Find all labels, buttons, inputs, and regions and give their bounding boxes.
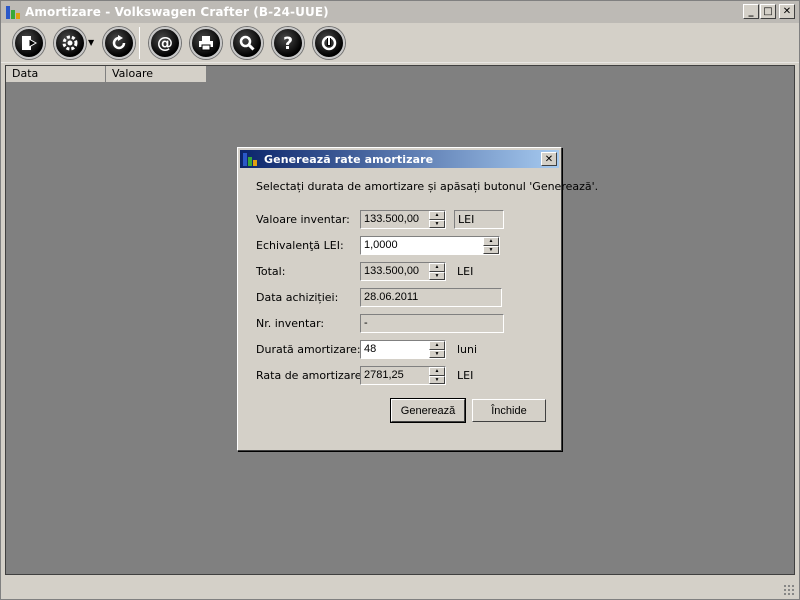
exit-icon[interactable] — [13, 26, 45, 59]
toolbar-separator — [139, 26, 141, 59]
spin-down-icon[interactable]: ▼ — [483, 245, 499, 254]
rata-input[interactable]: 2781,25 ▲ ▼ — [360, 366, 446, 385]
app-chart-icon — [5, 4, 21, 20]
durata-input[interactable]: 48 ▲ ▼ — [360, 340, 446, 359]
nr-inventar-field[interactable]: - — [360, 314, 504, 333]
spin-down-icon[interactable]: ▼ — [429, 219, 445, 228]
toolbar: ▼ @ ? — [1, 23, 799, 63]
at-icon[interactable]: @ — [149, 26, 182, 59]
total-input[interactable]: 133.500,00 ▲ ▼ — [360, 262, 446, 281]
rata-unit: LEI — [457, 369, 474, 382]
search-icon[interactable] — [231, 26, 264, 59]
echivalenta-spinner[interactable]: ▲ ▼ — [483, 237, 499, 254]
currency-box[interactable]: LEI — [454, 210, 504, 229]
label-rata: Rata de amortizare: — [256, 369, 366, 382]
row-valoare-inventar: Valoare inventar: 133.500,00 ▲ ▼ LEI — [256, 210, 556, 230]
label-total: Total: — [256, 265, 286, 278]
row-echivalenta: Echivalenţă LEI: 1,0000 ▲ ▼ — [256, 236, 556, 256]
row-rata: Rata de amortizare: 2781,25 ▲ ▼ LEI — [256, 366, 556, 386]
spin-up-icon[interactable]: ▲ — [483, 237, 499, 246]
gear-icon[interactable] — [54, 26, 86, 59]
total-unit: LEI — [457, 265, 474, 278]
dialog-title: Generează rate amortizare — [264, 152, 434, 166]
row-durata: Durată amortizare: 48 ▲ ▼ luni — [256, 340, 556, 360]
spin-down-icon[interactable]: ▼ — [429, 375, 445, 384]
maximize-button[interactable]: □ — [760, 4, 776, 19]
svg-text:?: ? — [283, 34, 293, 53]
settings-dropdown-caret-icon[interactable]: ▼ — [88, 38, 94, 47]
valoare-inventar-value: 133.500,00 — [364, 213, 420, 225]
label-valoare-inventar: Valoare inventar: — [256, 213, 350, 226]
valoare-inventar-spinner[interactable]: ▲ ▼ — [429, 211, 445, 228]
column-header-valoare[interactable]: Valoare — [106, 66, 206, 82]
durata-spinner[interactable]: ▲ ▼ — [429, 341, 445, 358]
spin-up-icon[interactable]: ▲ — [429, 211, 445, 220]
durata-value: 48 — [364, 343, 377, 355]
dialog-close-button[interactable]: ✕ — [541, 152, 557, 166]
rata-value: 2781,25 — [364, 369, 404, 381]
minimize-button[interactable]: _ — [743, 4, 759, 19]
total-value: 133.500,00 — [364, 265, 420, 277]
row-nr-inventar: Nr. inventar: - — [256, 314, 556, 334]
durata-unit: luni — [457, 343, 478, 356]
close-window-button[interactable]: ✕ — [779, 4, 795, 19]
rata-spinner[interactable]: ▲ ▼ — [429, 367, 445, 384]
dialog-chart-icon — [242, 151, 258, 167]
refresh-icon[interactable] — [103, 26, 136, 59]
spin-up-icon[interactable]: ▲ — [429, 263, 445, 272]
echivalenta-input[interactable]: 1,0000 ▲ ▼ — [360, 236, 500, 255]
data-achizitiei-field[interactable]: 28.06.2011 — [360, 288, 502, 307]
title-bar[interactable]: Amortizare - Volkswagen Crafter (B-24-UU… — [1, 1, 799, 23]
label-durata: Durată amortizare: — [256, 343, 361, 356]
row-total: Total: 133.500,00 ▲ ▼ LEI — [256, 262, 556, 282]
spin-down-icon[interactable]: ▼ — [429, 271, 445, 280]
dialog-title-bar[interactable]: Generează rate amortizare ✕ — [240, 150, 559, 168]
echivalenta-value: 1,0000 — [364, 239, 398, 251]
help-icon[interactable]: ? — [272, 26, 305, 59]
dialog-instruction: Selectați durata de amortizare și apăsaț… — [256, 180, 599, 193]
close-dialog-button[interactable]: Închide — [472, 399, 546, 422]
svg-text:@: @ — [157, 33, 173, 52]
label-echivalenta: Echivalenţă LEI: — [256, 239, 344, 252]
grid-header: Data Valoare — [6, 66, 206, 82]
spin-down-icon[interactable]: ▼ — [429, 349, 445, 358]
row-data-achizitiei: Data achiziției: 28.06.2011 — [256, 288, 556, 308]
status-bar — [1, 577, 799, 599]
column-header-data[interactable]: Data — [6, 66, 106, 82]
spin-up-icon[interactable]: ▲ — [429, 367, 445, 376]
generate-button[interactable]: Generează — [390, 398, 466, 423]
valoare-inventar-input[interactable]: 133.500,00 ▲ ▼ — [360, 210, 446, 229]
total-spinner[interactable]: ▲ ▼ — [429, 263, 445, 280]
print-icon[interactable] — [190, 26, 223, 59]
resize-grip-icon[interactable] — [783, 584, 795, 596]
label-nr-inventar: Nr. inventar: — [256, 317, 325, 330]
spin-up-icon[interactable]: ▲ — [429, 341, 445, 350]
window-title: Amortizare - Volkswagen Crafter (B-24-UU… — [25, 5, 329, 19]
generate-dialog: Generează rate amortizare ✕ Selectați du… — [237, 147, 598, 451]
label-data-achizitiei: Data achiziției: — [256, 291, 339, 304]
power-icon[interactable] — [313, 26, 346, 59]
